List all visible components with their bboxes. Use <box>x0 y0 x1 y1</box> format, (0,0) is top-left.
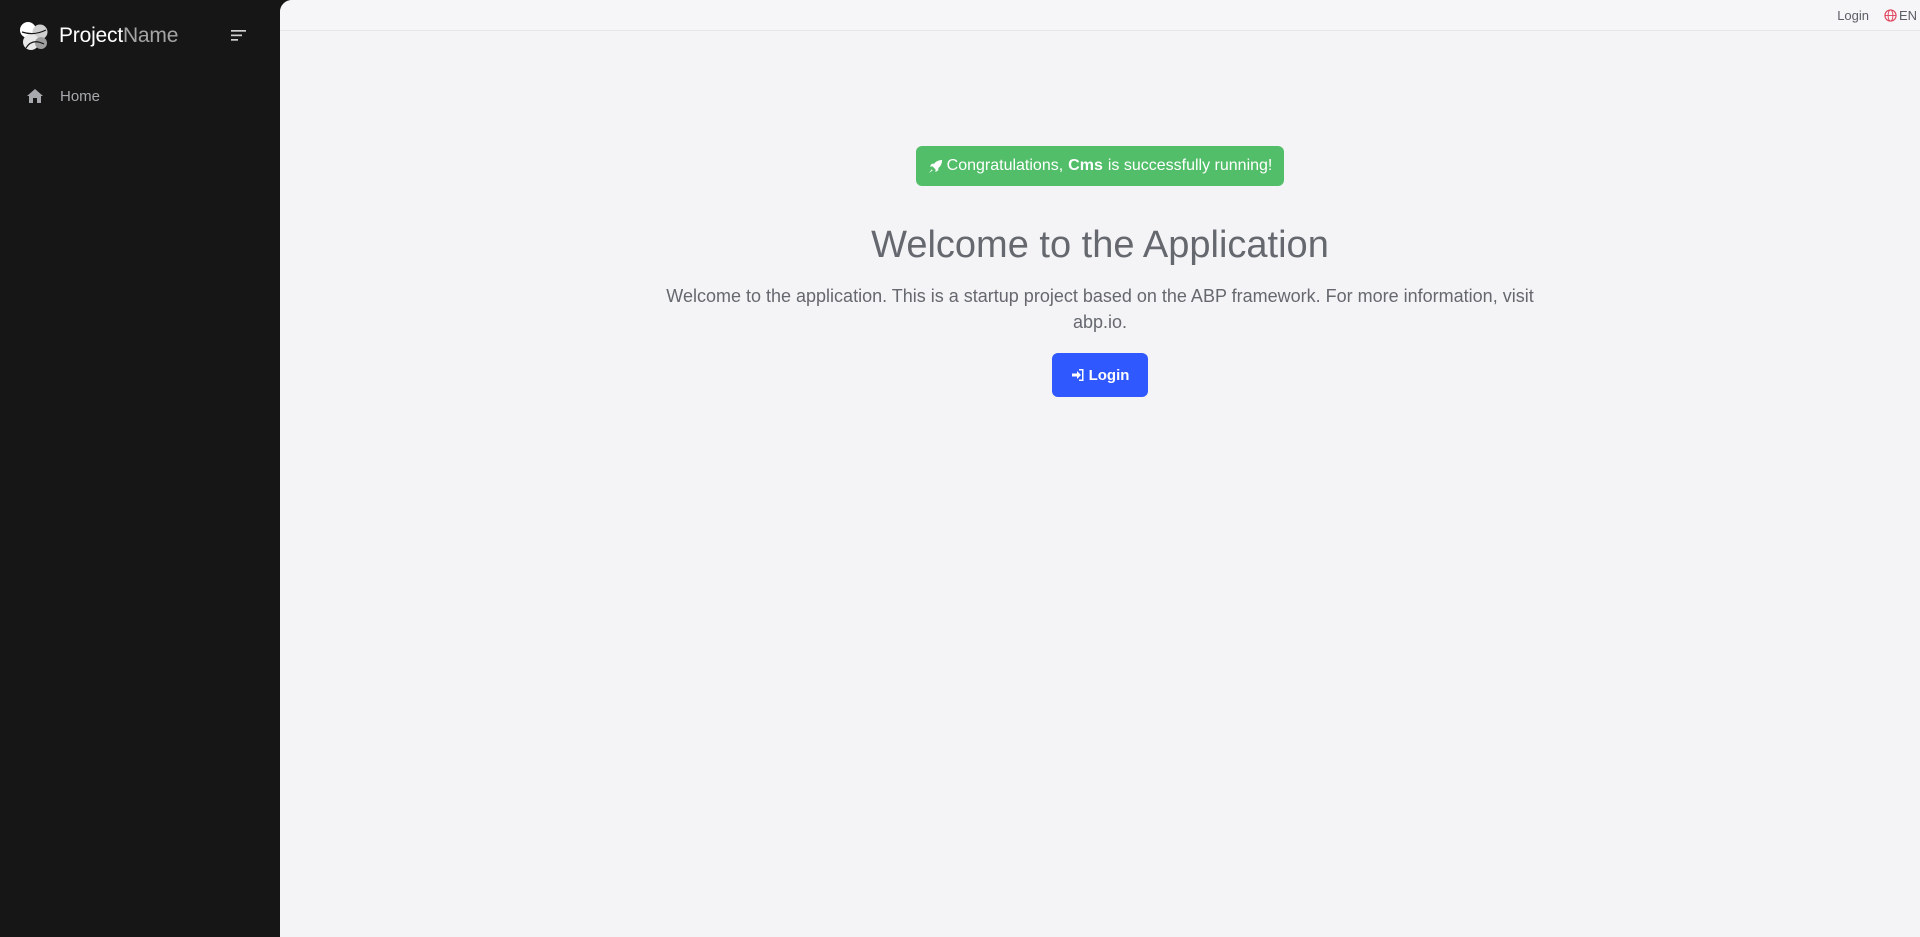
page-title: Welcome to the Application <box>871 224 1329 266</box>
alert-app-name: Cms <box>1068 157 1103 174</box>
alert-suffix: is successfully running! <box>1107 157 1273 174</box>
abp-logo-icon <box>20 22 48 50</box>
language-selector[interactable]: EN <box>1884 8 1917 23</box>
menu-lines-icon[interactable] <box>228 26 250 44</box>
alert-prefix: Congratulations, <box>946 157 1064 174</box>
login-button[interactable]: Login <box>1052 353 1148 397</box>
language-label: EN <box>1898 8 1917 23</box>
login-button-label: Login <box>1088 366 1130 384</box>
brand-project: Project <box>59 24 123 47</box>
brand-logo-link[interactable]: ProjectName <box>18 18 178 54</box>
top-login-link[interactable]: Login <box>1837 8 1869 23</box>
brand-name-suffix: Name <box>122 24 179 47</box>
globe-icon <box>1884 9 1897 22</box>
home-icon <box>27 89 43 103</box>
welcome-description: Welcome to the application. This is a st… <box>666 286 1534 332</box>
success-alert: Congratulations, Cms is successfully run… <box>915 146 1285 186</box>
sidebar-item-home[interactable]: Home <box>26 84 100 108</box>
sidebar: ProjectName Home <box>0 0 280 937</box>
sidebar-item-label: Home <box>60 87 101 105</box>
sign-in-icon <box>1071 369 1084 381</box>
top-bar: Login EN <box>280 0 1920 31</box>
brand-name: ProjectName <box>59 24 178 48</box>
main-content: Login EN Congratulations, Cms is success… <box>280 0 1920 937</box>
rocket-icon <box>928 159 942 173</box>
hero: Congratulations, Cms is successfully run… <box>280 146 1920 397</box>
